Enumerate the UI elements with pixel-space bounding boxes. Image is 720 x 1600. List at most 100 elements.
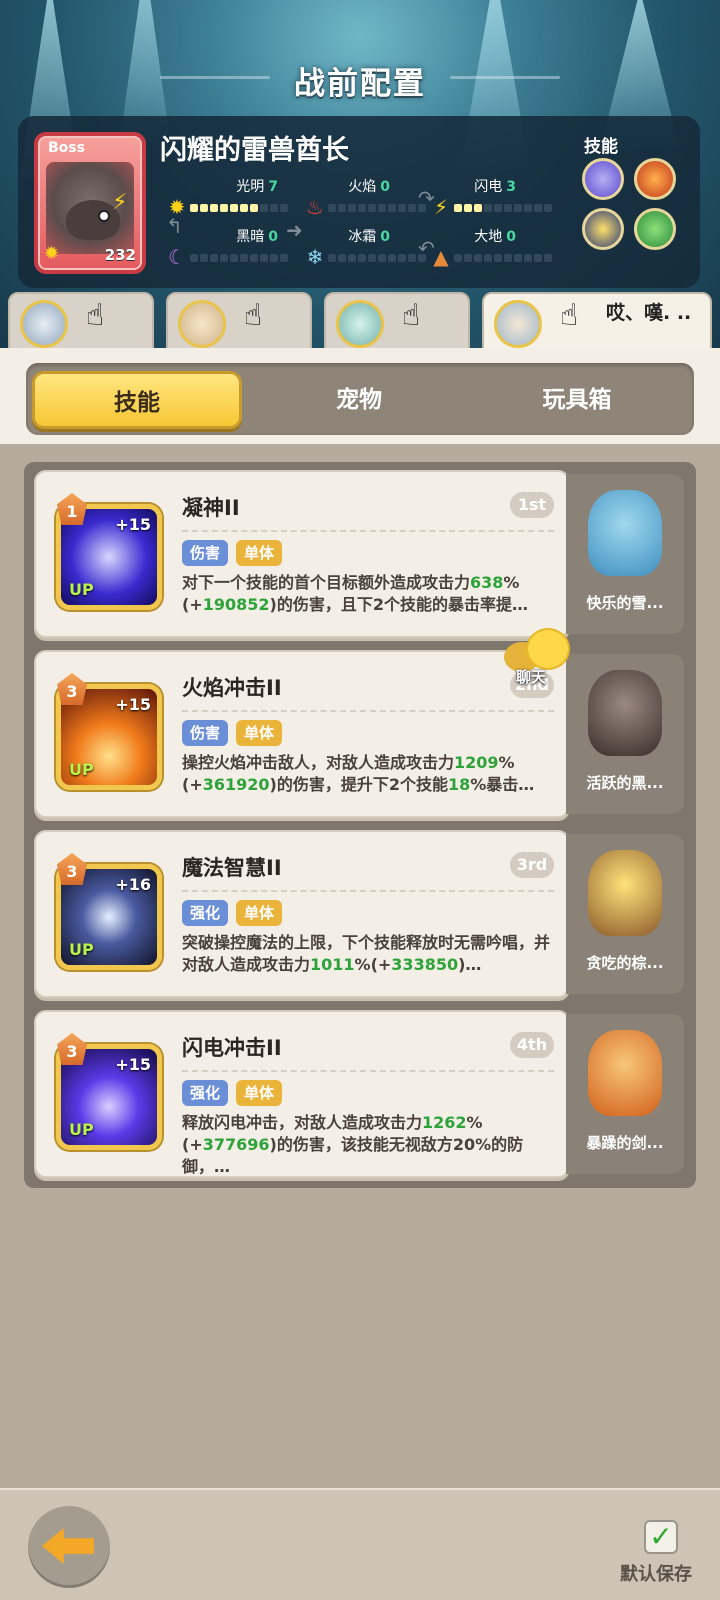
element-segment: [280, 254, 288, 262]
element-segment: [388, 204, 396, 212]
element-segment: [270, 254, 278, 262]
pet-card[interactable]: 暴躁的剑...: [566, 1014, 684, 1174]
element-segment: [504, 204, 512, 212]
tap-hand-icon: ☝: [86, 298, 105, 333]
pet-card[interactable]: 贪吃的棕...: [566, 834, 684, 994]
element-segment: [484, 254, 492, 262]
skill-card[interactable]: 3 +16 UP 魔法智慧II 3rd 强化 单体 突破操控魔法的上限，下个技能…: [34, 830, 570, 998]
element-segment: [534, 254, 542, 262]
skill-name: 凝神II: [182, 496, 240, 520]
chat-button[interactable]: 聊天: [504, 628, 584, 692]
element-segment: [280, 204, 288, 212]
element-bar: [190, 204, 288, 214]
tap-hand-icon: ☝: [402, 298, 421, 333]
element-segment: [464, 254, 472, 262]
snowflake-icon: ❄: [306, 245, 324, 269]
skill-order-badge: 3rd: [510, 852, 554, 878]
element-segment: [358, 204, 366, 212]
element-segment: [250, 254, 258, 262]
element-segment: [494, 254, 502, 262]
element-segment: [408, 254, 416, 262]
default-save-checkbox[interactable]: ✓: [644, 1520, 678, 1554]
skill-target-tag: 单体: [236, 540, 283, 566]
element-segment: [190, 254, 198, 262]
element-segment: [210, 254, 218, 262]
upgrade-badge: UP: [69, 760, 94, 779]
skill-name: 魔法智慧II: [182, 856, 282, 880]
skill-order-badge: 1st: [510, 492, 554, 518]
element-segment: [368, 254, 376, 262]
skill-lightning-strike-icon[interactable]: 3 +15 UP: [56, 1033, 162, 1150]
party-member-tab-3[interactable]: ☝: [324, 292, 470, 352]
skill-type-tag: 强化: [182, 1080, 229, 1106]
party-member-tab-4[interactable]: ☝ 哎、嘆. ..: [482, 292, 712, 352]
boss-skill-lightning-icon[interactable]: [582, 158, 624, 200]
element-label: 闪电 3: [474, 179, 516, 195]
skill-type-tag: 伤害: [182, 720, 229, 746]
character-avatar: [178, 300, 226, 348]
element-badge-icon: ✹: [44, 243, 60, 264]
element-segment: [544, 254, 552, 262]
skill-magic-wisdom-icon[interactable]: 3 +16 UP: [56, 853, 162, 970]
element-segment: [240, 204, 248, 212]
element-segment: [368, 204, 376, 212]
party-member-tab-1[interactable]: ☝: [8, 292, 154, 352]
boss-skill-poison-icon[interactable]: [634, 208, 676, 250]
pet-card[interactable]: 快乐的雪...: [566, 474, 684, 634]
character-avatar: [336, 300, 384, 348]
element-label: 火焰 0: [348, 179, 390, 195]
boss-name: 闪耀的雷兽酋长: [160, 135, 349, 166]
element-label: 冰霜 0: [348, 229, 390, 245]
element-segment: [348, 254, 356, 262]
skill-type-tag: 强化: [182, 900, 229, 926]
boss-skill-fire-icon[interactable]: [634, 158, 676, 200]
skill-focus-icon[interactable]: 1 +15 UP: [56, 493, 162, 610]
fire-icon: ♨: [306, 195, 324, 219]
element-segment: [388, 254, 396, 262]
skill-level-gem: 3: [57, 853, 87, 885]
divider: [182, 890, 554, 892]
element-segment: [484, 204, 492, 212]
party-member-tab-2[interactable]: ☝: [166, 292, 312, 352]
skill-card[interactable]: 3 +15 UP 火焰冲击II 2nd 伤害 单体 操控火焰冲击敌人，对敌人造成…: [34, 650, 570, 818]
element-label: 大地 0: [474, 229, 516, 245]
element-bar: [328, 204, 426, 214]
element-segment: [230, 254, 238, 262]
tab-pets[interactable]: 宠物: [254, 371, 464, 429]
element-segment: [408, 204, 416, 212]
skill-order-badge: 4th: [510, 1032, 554, 1058]
skill-card[interactable]: 3 +15 UP 闪电冲击II 4th 强化 单体 释放闪电冲击，对敌人造成攻击…: [34, 1010, 570, 1178]
skill-fire-blast-icon[interactable]: 3 +15 UP: [56, 673, 162, 790]
element-segment: [514, 204, 522, 212]
skill-level-gem: 3: [57, 1033, 87, 1065]
boss-skill-moon-icon[interactable]: [582, 208, 624, 250]
element-segment: [358, 254, 366, 262]
element-label: 黑暗 0: [236, 229, 278, 245]
back-button[interactable]: [28, 1506, 110, 1588]
element-bar: [190, 254, 288, 264]
character-avatar: [20, 300, 68, 348]
element-segment: [190, 204, 198, 212]
divider: [182, 710, 554, 712]
element-segment: [378, 254, 386, 262]
divider: [182, 530, 554, 532]
divider: [182, 1070, 554, 1072]
element-frost: 冰霜 0 ❄: [304, 226, 426, 270]
element-segment: [398, 204, 406, 212]
right-arrow-icon: ➜: [286, 218, 303, 242]
upgrade-badge: UP: [69, 940, 94, 959]
element-dark: 黑暗 0 ☾: [166, 226, 288, 270]
boss-portrait[interactable]: Boss ⚡ ✹ 232: [34, 132, 146, 274]
element-segment: [338, 204, 346, 212]
tab-skills[interactable]: 技能: [32, 371, 242, 429]
skill-card[interactable]: 1 +15 UP 凝神II 1st 伤害 单体 对下一个技能的首个目标额外造成攻…: [34, 470, 570, 638]
tab-toybox[interactable]: 玩具箱: [472, 371, 682, 429]
skill-level-gem: 3: [57, 673, 87, 705]
element-segment: [328, 204, 336, 212]
element-segment: [220, 204, 228, 212]
skill-enhance-level: +15: [115, 1055, 151, 1074]
skill-description: 对下一个技能的首个目标额外造成攻击力638%(+190852)的伤害，且下2个技…: [182, 573, 528, 614]
skill-description: 释放闪电冲击，对敌人造成攻击力1262%(+377696)的伤害，该技能无视敌方…: [182, 1113, 524, 1176]
skill-description: 突破操控魔法的上限，下个技能释放时无需吟唱，并对敌人造成攻击力1011%(+33…: [182, 933, 551, 974]
element-label: 光明 7: [236, 179, 278, 195]
